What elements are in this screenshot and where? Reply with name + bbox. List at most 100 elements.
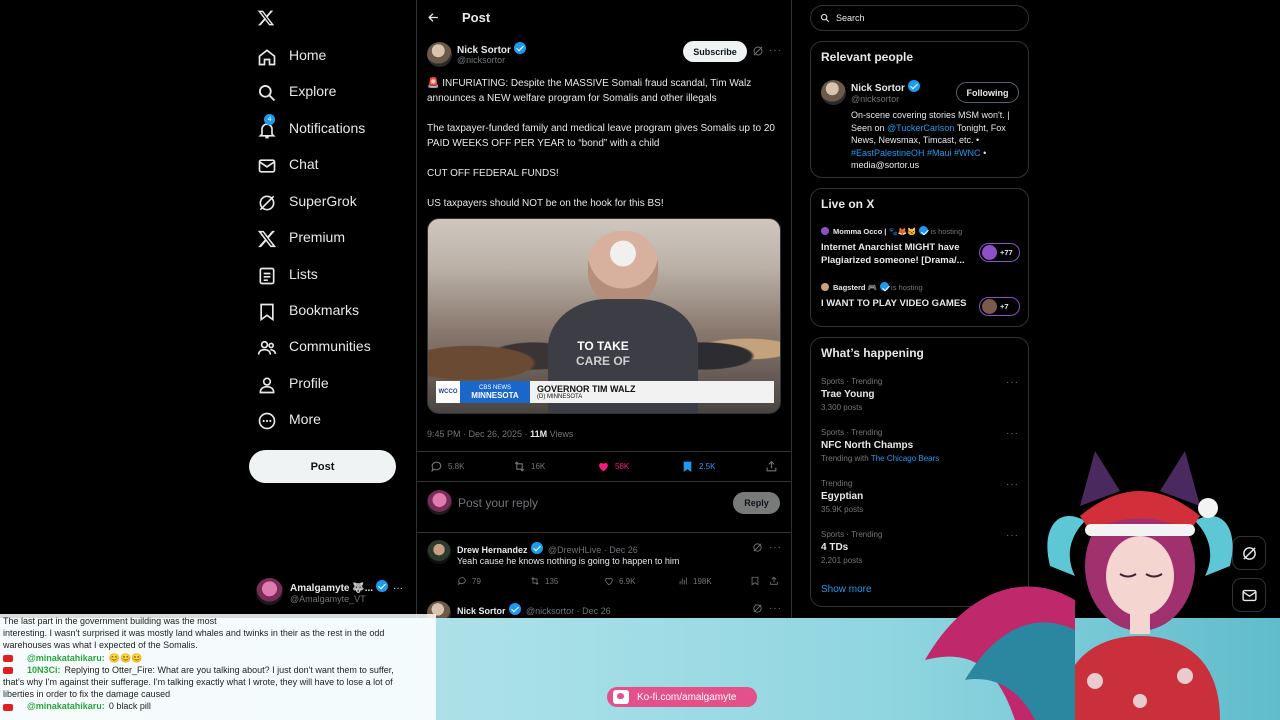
- following-button[interactable]: Following: [956, 82, 1019, 103]
- search-input[interactable]: Search: [836, 13, 865, 23]
- account-name: Amalgamyte 🐺...: [290, 583, 374, 594]
- share-action[interactable]: [769, 576, 779, 586]
- grok-icon[interactable]: [752, 603, 763, 614]
- repost-action[interactable]: 135: [530, 576, 558, 586]
- list-icon: [255, 264, 275, 285]
- nav-item-supergrok[interactable]: SuperGrok: [255, 183, 357, 219]
- more-dots-icon[interactable]: ···: [769, 45, 782, 56]
- grok-icon[interactable]: [752, 45, 764, 57]
- nav-item-notifications[interactable]: 4 Notifications: [255, 110, 365, 146]
- reply-action[interactable]: 79: [457, 576, 481, 586]
- share-icon: [766, 460, 777, 472]
- x-logo-icon[interactable]: [257, 9, 275, 27]
- bio-hashtags[interactable]: #EastPalestineOH #Maui #WNC: [851, 148, 981, 158]
- station-logo: WCCO: [436, 381, 460, 403]
- more-dots-icon[interactable]: ···: [393, 583, 403, 594]
- chat-text: interesting. I wasn't surprised it was m…: [3, 628, 385, 639]
- trend-item[interactable]: Sports · Trending Trae Young 3,300 posts: [821, 377, 1021, 412]
- avatar: [256, 578, 283, 605]
- reply-header: Nick Sortor @nicksortor · Dec 26: [457, 603, 611, 616]
- avatar[interactable]: [427, 42, 452, 67]
- bookmark-action[interactable]: 2.5K: [681, 460, 715, 473]
- mail-icon: [255, 154, 276, 174]
- avatar[interactable]: [821, 80, 846, 105]
- post-text: US taxpayers should NOT be on the hook f…: [427, 198, 664, 209]
- trend-item[interactable]: Sports · Trending 4 TDs 2,201 posts: [821, 530, 1021, 565]
- trend-more-icon[interactable]: ···: [1006, 479, 1019, 490]
- verified-icon: [879, 282, 889, 291]
- post-video[interactable]: TO TAKE CARE OF WCCO CBS NEWS MINNESOTA …: [427, 218, 781, 414]
- nav-item-more[interactable]: More: [255, 401, 321, 437]
- verified-icon: [530, 542, 543, 554]
- chat-message: 10N3Ci: Replying to Otter_Fire: What are …: [0, 665, 394, 675]
- relevant-bio: On-scene covering stories MSM won't. | S…: [851, 110, 1010, 170]
- vtuber-wing: [925, 570, 1075, 720]
- share-action[interactable]: [765, 460, 778, 473]
- post-author-handle[interactable]: @nicksortor: [457, 55, 505, 65]
- more-dots-icon[interactable]: ···: [769, 603, 782, 614]
- live-host-avatar: [821, 283, 829, 291]
- back-arrow-icon[interactable]: [427, 11, 440, 24]
- lower-third-sub: (D) MINNESOTA: [537, 394, 583, 400]
- search-box[interactable]: Search: [810, 5, 1029, 31]
- live-item[interactable]: Bagsterd 🎮 is hosting I WANT TO PLAY VID…: [821, 282, 1021, 322]
- nav-item-label: Communities: [289, 338, 371, 354]
- views-action[interactable]: 198K: [678, 576, 712, 586]
- live-item[interactable]: Momma Occo | 🐾🦊🐱 is hosting Internet Ana…: [821, 226, 1021, 272]
- post-button[interactable]: Post: [249, 450, 396, 483]
- subscribe-button[interactable]: Subscribe: [683, 41, 747, 62]
- nav-item-label: Bookmarks: [289, 302, 360, 318]
- trend-more-icon[interactable]: ···: [1006, 428, 1019, 439]
- show-more-link[interactable]: Show more: [821, 584, 872, 595]
- search-icon: [820, 13, 830, 23]
- column-divider: [416, 0, 417, 620]
- live-title: Live on X: [821, 197, 875, 211]
- nav-item-explore[interactable]: Explore: [255, 73, 336, 109]
- reply-author-name[interactable]: Drew Hernandez: [457, 545, 528, 555]
- like-action[interactable]: 6.9K: [604, 576, 635, 586]
- like-action[interactable]: 58K: [597, 460, 629, 473]
- trend-item[interactable]: Trending Egyptian 35.9K posts: [821, 479, 1021, 514]
- nav-item-label: Explore: [289, 83, 337, 99]
- nav-item-lists[interactable]: Lists: [255, 256, 318, 292]
- platform-icon: [3, 666, 13, 674]
- nav-item-label: Premium: [289, 229, 346, 245]
- bookmark-icon: [255, 300, 275, 322]
- trend-more-icon[interactable]: ···: [1006, 377, 1019, 388]
- repost-action[interactable]: 16K: [513, 460, 545, 473]
- more-dots-icon[interactable]: ···: [769, 542, 782, 553]
- nav-item-profile[interactable]: Profile: [255, 365, 329, 401]
- trend-link[interactable]: The Chicago Bears: [871, 454, 939, 463]
- chat-text: warehouses was what I expected of the So…: [3, 640, 198, 651]
- nav-item-label: Chat: [289, 156, 319, 172]
- reply-icon: [458, 577, 466, 586]
- nav-item-chat[interactable]: Chat: [255, 146, 319, 182]
- relevant-handle[interactable]: @nicksortor: [851, 94, 899, 104]
- nav-item-communities[interactable]: Communities: [255, 328, 371, 364]
- repost-icon: [514, 461, 525, 472]
- nav-item-premium[interactable]: Premium: [255, 219, 345, 255]
- bio-link[interactable]: @TuckerCarlson: [887, 123, 954, 133]
- avatar[interactable]: [427, 540, 451, 564]
- listener-count: +77: [979, 243, 1020, 262]
- chat-message: @minakatahikaru: 😊😊😊: [0, 653, 142, 664]
- kofi-banner[interactable]: Ko-fi.com/amalgamyte: [607, 687, 757, 707]
- trend-more-icon[interactable]: ···: [1006, 530, 1019, 541]
- verified-icon: [919, 226, 929, 235]
- kofi-url: Ko-fi.com/amalgamyte: [637, 691, 737, 703]
- reply-icon: [431, 461, 442, 473]
- reply-author-name[interactable]: Nick Sortor: [457, 606, 506, 616]
- grok-icon[interactable]: [752, 542, 763, 553]
- nav-item-home[interactable]: Home: [255, 37, 326, 73]
- bookmark-action[interactable]: [750, 576, 760, 586]
- reply-button[interactable]: Reply: [733, 492, 780, 514]
- reply-action[interactable]: 5.8K: [430, 460, 464, 473]
- reply-input[interactable]: Post your reply: [458, 496, 718, 510]
- whats-happening-title: What’s happening: [821, 346, 924, 360]
- mail-icon: [1241, 589, 1257, 601]
- relevant-name[interactable]: Nick Sortor: [851, 83, 905, 94]
- live-title-text: I WANT TO PLAY VIDEO GAMES: [821, 298, 967, 309]
- nav-item-bookmarks[interactable]: Bookmarks: [255, 292, 359, 328]
- trend-item[interactable]: Sports · Trending NFC North Champs Trend…: [821, 428, 1021, 463]
- account-switcher[interactable]: Amalgamyte 🐺... @Amalgamyte_VT ···: [256, 578, 408, 606]
